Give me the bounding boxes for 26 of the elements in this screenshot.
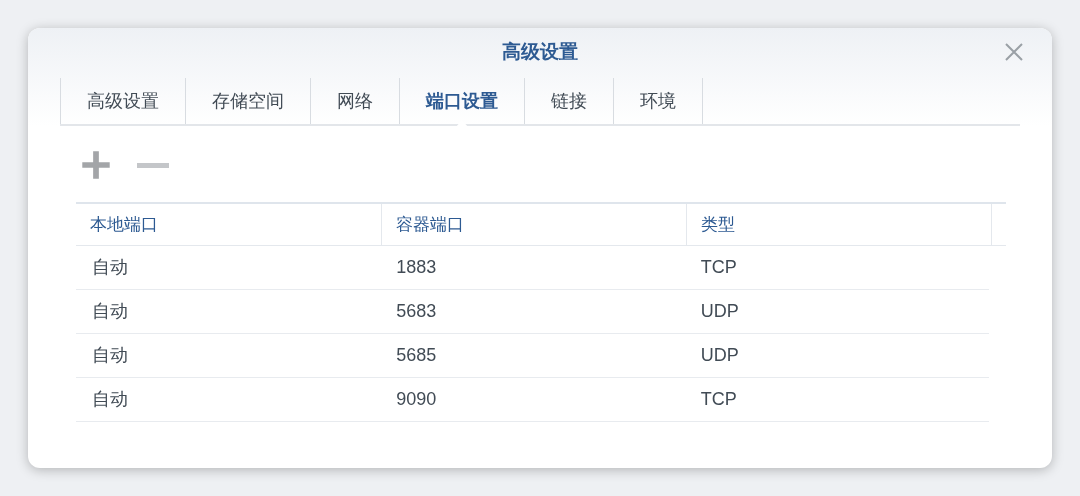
- table-cell-text: 1883: [395, 256, 438, 279]
- minus-icon: [137, 162, 169, 168]
- tab[interactable]: 存储空间: [185, 78, 310, 124]
- tab[interactable]: 链接: [524, 78, 613, 124]
- add-button[interactable]: [80, 149, 112, 181]
- table-cell-text: 自动: [91, 388, 129, 411]
- tab[interactable]: 网络: [310, 78, 399, 124]
- table-cell-text: TCP: [699, 388, 738, 411]
- column-header[interactable]: 容器端口: [381, 204, 686, 245]
- tab[interactable]: 端口设置: [399, 78, 524, 124]
- table-cell-text: 自动: [91, 300, 129, 323]
- close-icon: [1004, 42, 1024, 62]
- table-cell-text: 9090: [395, 388, 438, 411]
- table-cell-text: 5685: [395, 344, 438, 367]
- table-cell-text: UDP: [699, 344, 740, 367]
- table-cell-text: 自动: [91, 256, 129, 279]
- column-header[interactable]: 本地端口: [76, 204, 381, 245]
- tab[interactable]: 环境: [613, 78, 703, 124]
- column-header[interactable]: 类型: [686, 204, 991, 245]
- table-cell-text: 自动: [91, 344, 129, 367]
- table-cell-text: UDP: [699, 300, 740, 323]
- window-title: 高级设置: [502, 39, 578, 64]
- plus-icon: [80, 149, 112, 181]
- table-cell-text: 5683: [395, 300, 438, 323]
- tab[interactable]: 高级设置: [60, 78, 185, 124]
- table-cell-text: TCP: [699, 256, 738, 279]
